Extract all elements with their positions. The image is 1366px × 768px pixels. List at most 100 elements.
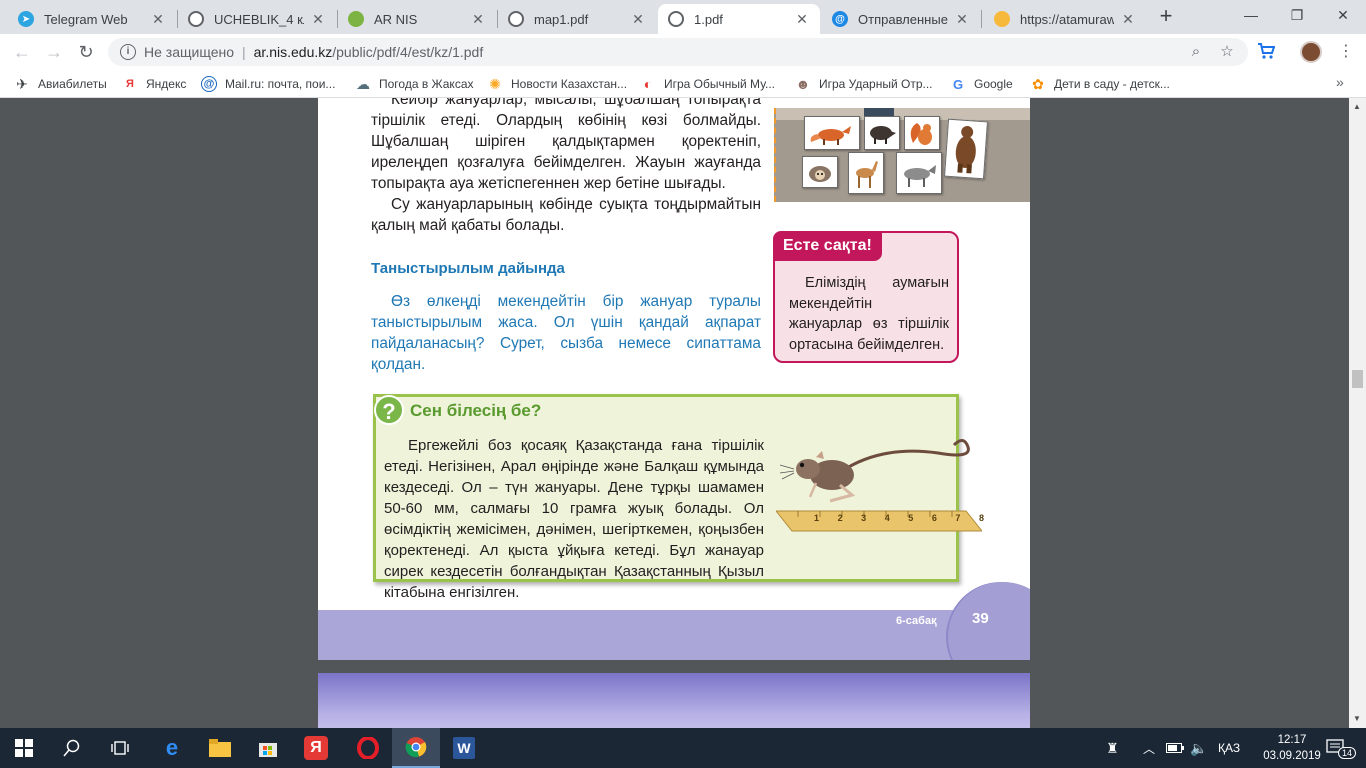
zoom-icon[interactable]: ⌕: [1186, 42, 1206, 62]
taskbar-chrome[interactable]: [392, 728, 440, 768]
close-tab-icon[interactable]: ✕: [630, 11, 646, 28]
language-indicator[interactable]: ҚАЗ: [1218, 728, 1240, 768]
ruler-number: 2: [837, 513, 843, 523]
bookmark-game-ordinary[interactable]: ◐ Игра Обычный Му...: [640, 74, 775, 94]
yandex-browser-icon: Я: [304, 736, 328, 760]
bookmark-label: Новости Казахстан...: [511, 77, 628, 91]
cart-extension-icon[interactable]: [1256, 42, 1276, 62]
menu-icon[interactable]: ⋮: [1336, 42, 1356, 62]
bookmark-label: Яндекс: [146, 77, 187, 91]
tab-ucheblik[interactable]: UCHEBLIK_4 кл_КА ✕: [178, 4, 336, 34]
word-icon: W: [453, 737, 475, 759]
tab-title: AR NIS: [374, 11, 418, 27]
new-tab-button[interactable]: +: [1154, 4, 1178, 30]
instruction-text: Өз өлкеңді мекендейтін бір жануар туралы…: [371, 293, 761, 373]
taskbar-edge[interactable]: e: [148, 728, 196, 768]
ruler-number: 6: [931, 513, 937, 523]
globe-icon: [188, 11, 204, 27]
taskbar-clock[interactable]: 12:17 03.09.2019: [1262, 732, 1322, 764]
cloud-icon: ☁: [356, 75, 370, 92]
bookmark-google[interactable]: G Google: [950, 74, 1013, 94]
taskbar-yandex[interactable]: Я: [292, 728, 340, 768]
bookmark-yandex[interactable]: Я Яндекс: [122, 74, 186, 94]
yandex-icon: Я: [126, 78, 134, 90]
taskbar-store[interactable]: [244, 728, 292, 768]
taskbar-explorer[interactable]: [196, 728, 244, 768]
ruler-number: 7: [955, 513, 961, 523]
scrollbar-thumb[interactable]: [1352, 370, 1363, 388]
chrome-icon: [405, 737, 427, 758]
tab-1-pdf[interactable]: 1.pdf ✕: [658, 4, 820, 34]
flower-icon: ✿: [1032, 75, 1044, 92]
bookmark-aviabilety[interactable]: ✈ Авиабилеты: [14, 74, 107, 94]
tray-chevron-up-icon[interactable]: ︿: [1143, 728, 1155, 768]
search-icon: [63, 739, 80, 757]
back-icon[interactable]: ←: [10, 40, 34, 64]
minimize-button[interactable]: —: [1228, 0, 1274, 30]
did-you-know-text-block: Ергежейлі боз қосаяқ Қазақстанда ғана ті…: [384, 435, 764, 603]
presentation-heading: Таныстырылым дайында: [371, 260, 565, 277]
tab-title: Отправленные - Г: [858, 11, 948, 27]
close-tab-icon[interactable]: ✕: [310, 11, 326, 28]
reload-icon[interactable]: ↻: [74, 40, 98, 64]
battery-icon[interactable]: [1166, 728, 1184, 768]
task-view-icon: [111, 741, 129, 755]
paragraph-worms: Кейбір жануарлар, мысалы, шұбалшаң топыр…: [371, 98, 761, 192]
close-tab-icon[interactable]: ✕: [954, 11, 970, 28]
tab-separator: [981, 10, 982, 28]
browser-toolbar: ← → ↻ i Не защищено | ar.nis.edu.kz /pub…: [0, 34, 1366, 70]
volume-icon[interactable]: 🔈: [1190, 728, 1207, 768]
tab-sent-mail[interactable]: @ Отправленные - Г ✕: [822, 4, 980, 34]
taskbar-word[interactable]: W: [440, 728, 488, 768]
did-you-know-text: Ергежейлі боз қосаяқ Қазақстанда ғана ті…: [384, 437, 764, 601]
bookmark-game-strike[interactable]: ☻ Игра Ударный Отр...: [795, 74, 933, 94]
top-text-block: Кейбір жануарлар, мысалы, шұбалшаң топыр…: [371, 98, 761, 236]
start-button[interactable]: [0, 728, 48, 768]
address-bar[interactable]: i Не защищено | ar.nis.edu.kz /public/pd…: [108, 38, 1248, 66]
maximize-button[interactable]: ❐: [1274, 0, 1320, 30]
tab-title: https://atamurawe: [1020, 11, 1114, 27]
question-icon: ?: [374, 395, 404, 425]
taskbar-opera[interactable]: [344, 728, 392, 768]
deer-picture: [848, 152, 884, 194]
pdf-scrollbar[interactable]: ▲ ▼: [1349, 98, 1366, 728]
bookmark-star-icon[interactable]: ☆: [1217, 42, 1237, 62]
close-tab-icon[interactable]: ✕: [794, 11, 810, 28]
mail-at-icon: @: [832, 11, 848, 27]
tab-ar-nis[interactable]: AR NIS ✕: [338, 4, 496, 34]
bookmarks-overflow-icon[interactable]: »: [1336, 74, 1344, 90]
bookmark-label: Дети в саду - детск...: [1054, 77, 1170, 91]
profile-avatar[interactable]: [1300, 41, 1322, 63]
close-window-button[interactable]: ✕: [1320, 0, 1366, 30]
pdf-viewer[interactable]: Кейбір жануарлар, мысалы, шұбалшаң топыр…: [0, 98, 1349, 728]
clock-time: 12:17: [1277, 734, 1307, 746]
tab-map1-pdf[interactable]: map1.pdf ✕: [498, 4, 656, 34]
airplane-icon: ✈: [16, 75, 28, 92]
lesson-label: 6-сабақ: [896, 615, 937, 627]
ruler-number: 1: [814, 513, 820, 523]
bookmark-weather[interactable]: ☁ Погода в Жаксах: [355, 74, 474, 94]
bookmark-news-kz[interactable]: ✺ Новости Казахстан...: [487, 74, 627, 94]
forward-icon[interactable]: →: [42, 40, 66, 64]
globe-icon: [668, 11, 684, 27]
scroll-up-arrow-icon[interactable]: ▲: [1353, 102, 1361, 111]
bookmark-label: Google: [974, 77, 1013, 91]
close-tab-icon[interactable]: ✕: [470, 11, 486, 28]
pdf-next-page: [318, 673, 1030, 728]
close-tab-icon[interactable]: ✕: [1120, 11, 1136, 28]
bookmark-mailru[interactable]: @ Mail.ru: почта, пои...: [201, 74, 335, 94]
close-tab-icon[interactable]: ✕: [150, 11, 166, 28]
tab-telegram[interactable]: ➤ Telegram Web ✕: [8, 4, 176, 34]
action-center-button[interactable]: 14: [1326, 728, 1364, 768]
task-view-button[interactable]: [96, 728, 144, 768]
wolf-picture: [896, 152, 942, 194]
animal-pictures-panel: [774, 108, 1030, 202]
people-icon[interactable]: ♜: [1106, 728, 1119, 768]
info-icon[interactable]: i: [120, 44, 136, 60]
bookmark-label: Mail.ru: почта, пои...: [225, 77, 336, 91]
tab-atamura[interactable]: https://atamurawe ✕: [984, 4, 1146, 34]
ar-nis-icon: [348, 11, 364, 27]
bookmark-kids-kindergarten[interactable]: ✿ Дети в саду - детск...: [1030, 74, 1170, 94]
scroll-down-arrow-icon[interactable]: ▼: [1353, 714, 1361, 723]
search-button[interactable]: [48, 728, 96, 768]
